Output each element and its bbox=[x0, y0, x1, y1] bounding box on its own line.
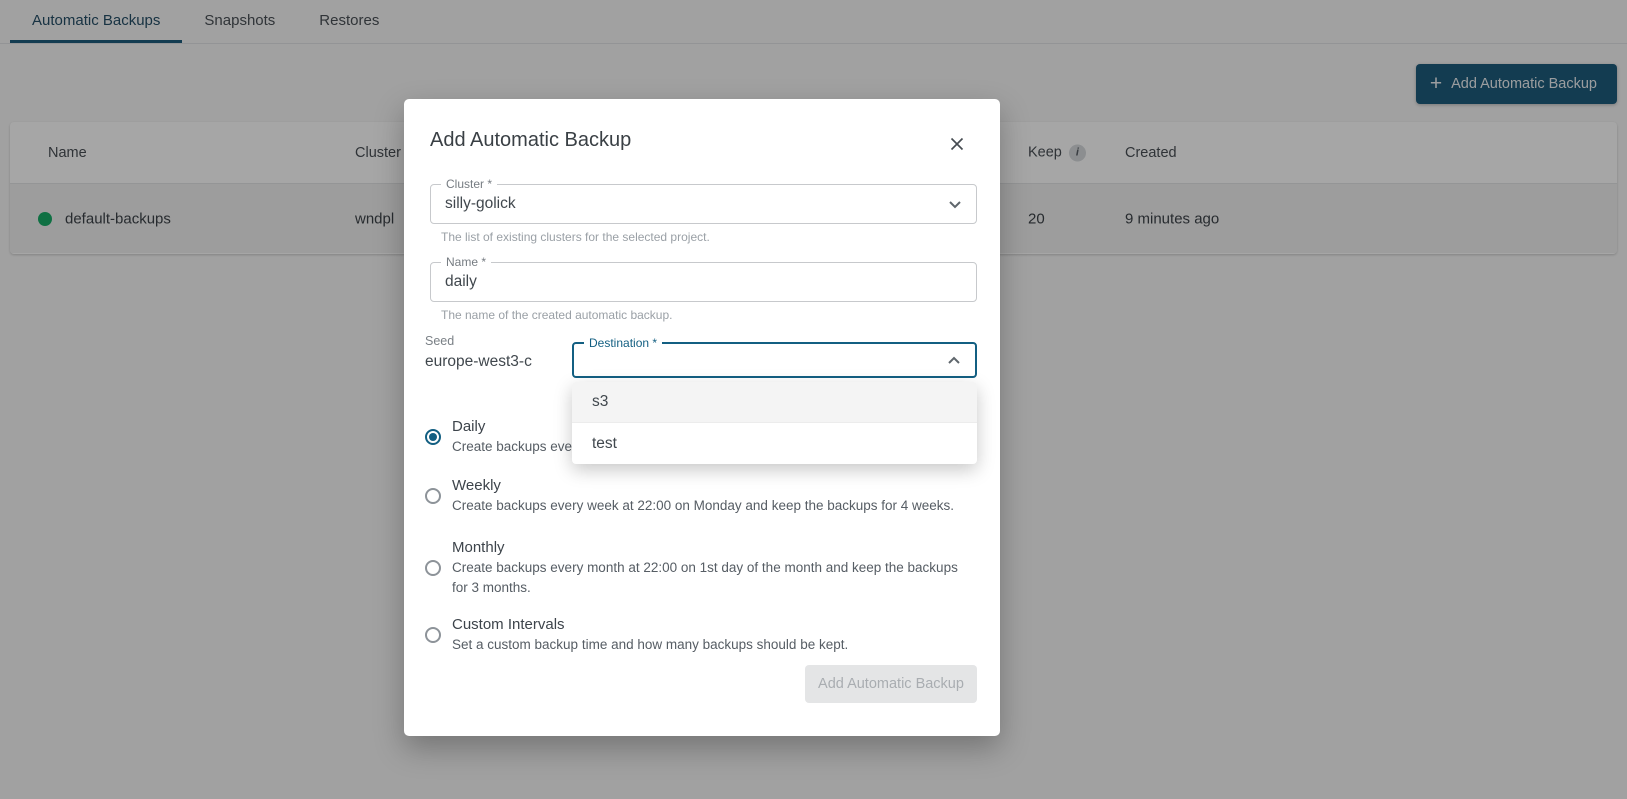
name-helper-text: The name of the created automatic backup… bbox=[441, 308, 672, 322]
submit-add-automatic-backup-button[interactable]: Add Automatic Backup bbox=[805, 665, 977, 703]
destination-options-menu: s3 test bbox=[572, 382, 977, 464]
menu-option-s3[interactable]: s3 bbox=[572, 382, 977, 423]
close-icon bbox=[946, 133, 968, 155]
radio-monthly[interactable] bbox=[425, 560, 441, 576]
seed-value: europe-west3-c bbox=[425, 353, 532, 371]
dialog-title: Add Automatic Backup bbox=[430, 129, 631, 152]
cluster-select-value: silly-golick bbox=[431, 185, 976, 223]
add-automatic-backup-dialog: Add Automatic Backup Cluster * silly-gol… bbox=[404, 99, 1000, 736]
schedule-option-monthly-description: Create backups every month at 22:00 on 1… bbox=[452, 558, 960, 598]
name-field: Name * bbox=[430, 262, 977, 302]
schedule-option-weekly-label: Weekly bbox=[452, 475, 960, 496]
cluster-select[interactable]: Cluster * silly-golick bbox=[430, 184, 977, 224]
schedule-option-weekly[interactable]: Weekly Create backups every week at 22:0… bbox=[425, 475, 960, 516]
chevron-up-icon bbox=[942, 348, 966, 372]
radio-daily[interactable] bbox=[425, 429, 441, 445]
radio-custom-intervals[interactable] bbox=[425, 627, 441, 643]
schedule-option-monthly-label: Monthly bbox=[452, 537, 960, 558]
destination-select[interactable]: Destination * bbox=[572, 342, 977, 378]
schedule-option-monthly[interactable]: Monthly Create backups every month at 22… bbox=[425, 537, 960, 598]
destination-select-value bbox=[574, 344, 975, 376]
radio-weekly[interactable] bbox=[425, 488, 441, 504]
name-input[interactable] bbox=[431, 263, 976, 301]
seed-label: Seed bbox=[425, 334, 454, 348]
schedule-option-custom-intervals-description: Set a custom backup time and how many ba… bbox=[452, 635, 960, 655]
chevron-down-icon bbox=[943, 192, 967, 216]
schedule-option-weekly-description: Create backups every week at 22:00 on Mo… bbox=[452, 496, 960, 516]
cluster-helper-text: The list of existing clusters for the se… bbox=[441, 230, 710, 244]
schedule-option-custom-intervals[interactable]: Custom Intervals Set a custom backup tim… bbox=[425, 614, 960, 655]
schedule-option-custom-intervals-label: Custom Intervals bbox=[452, 614, 960, 635]
close-button[interactable] bbox=[941, 128, 973, 160]
menu-option-test[interactable]: test bbox=[572, 423, 977, 464]
